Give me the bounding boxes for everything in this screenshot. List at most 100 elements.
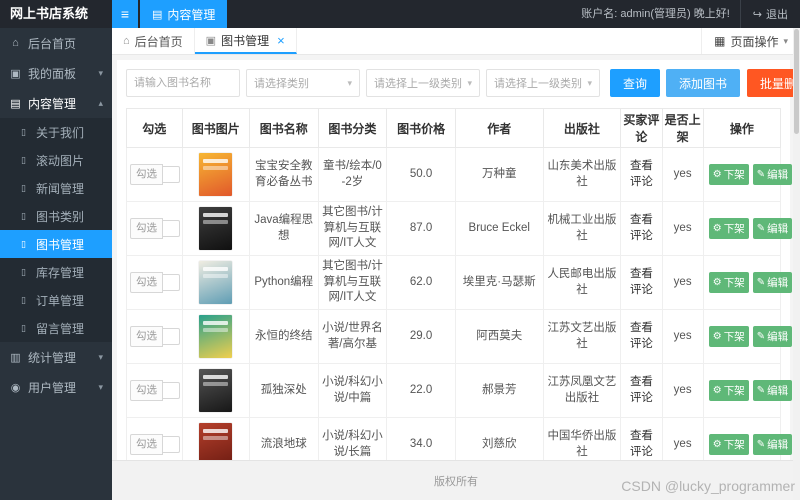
edit-button[interactable]: ✎ 编辑 bbox=[752, 164, 793, 185]
off-shelf-button[interactable]: ⚙ 下架 bbox=[708, 434, 749, 455]
checkbox-label: 勾选 bbox=[130, 434, 163, 455]
sidebar-item-statistics[interactable]: ▥ 统计管理 ▾ bbox=[0, 342, 112, 372]
sidebar-item-my-panel[interactable]: ▣ 我的面板 ▾ bbox=[0, 58, 112, 88]
row-checkbox[interactable]: 勾选 bbox=[130, 326, 180, 347]
row-checkbox[interactable]: 勾选 bbox=[130, 434, 180, 455]
add-book-button[interactable]: 添加图书 bbox=[666, 69, 741, 97]
edit-button[interactable]: ✎ 编辑 bbox=[752, 272, 793, 293]
review-cell: 查看评论 bbox=[620, 201, 663, 256]
tab-label: 后台首页 bbox=[134, 34, 183, 49]
header-on-shelf: 是否上架 bbox=[661, 108, 704, 148]
sidebar-item-messages[interactable]: ▯ 留言管理 bbox=[0, 314, 112, 342]
off-shelf-button[interactable]: ⚙ 下架 bbox=[708, 164, 749, 185]
view-reviews-link[interactable]: 查看评论 bbox=[630, 430, 653, 458]
off-shelf-button[interactable]: ⚙ 下架 bbox=[708, 218, 749, 239]
book-category: 童书/绘本/0-2岁 bbox=[317, 147, 388, 202]
search-button[interactable]: 查询 bbox=[610, 69, 661, 97]
parent-category-select-1[interactable]: 请选择上一级类别 ▾ bbox=[366, 69, 480, 97]
row-checkbox[interactable]: 勾选 bbox=[130, 272, 180, 293]
book-author: 郝景芳 bbox=[454, 363, 544, 418]
off-shelf-button[interactable]: ⚙ 下架 bbox=[708, 380, 749, 401]
book-name: 孤独深处 bbox=[248, 363, 319, 418]
view-reviews-link[interactable]: 查看评论 bbox=[630, 160, 653, 188]
off-shelf-label: 下架 bbox=[723, 439, 745, 451]
row-checkbox[interactable]: 勾选 bbox=[130, 164, 180, 185]
on-shelf-status: yes bbox=[661, 147, 704, 202]
off-shelf-button[interactable]: ⚙ 下架 bbox=[708, 272, 749, 293]
book-author: 万种童 bbox=[454, 147, 544, 202]
actions-cell: ⚙ 下架 ✎ 编辑 bbox=[702, 363, 793, 418]
view-reviews-link[interactable]: 查看评论 bbox=[630, 268, 653, 296]
book-name: 宝宝安全教育必备丛书 bbox=[248, 147, 319, 202]
chevron-down-icon: ▾ bbox=[98, 351, 103, 362]
check-cell: 勾选 bbox=[126, 255, 183, 310]
sidebar-item-book-category[interactable]: ▯ 图书类别 bbox=[0, 202, 112, 230]
view-reviews-link[interactable]: 查看评论 bbox=[630, 376, 653, 404]
check-cell: 勾选 bbox=[126, 147, 183, 202]
parent-category-select-2[interactable]: 请选择上一级类别 ▾ bbox=[486, 69, 600, 97]
document-icon: ▯ bbox=[21, 322, 26, 333]
off-shelf-label: 下架 bbox=[723, 223, 745, 235]
book-author: 阿西莫夫 bbox=[454, 309, 544, 364]
row-checkbox[interactable]: 勾选 bbox=[130, 218, 180, 239]
checkbox-label: 勾选 bbox=[130, 272, 163, 293]
view-reviews-link[interactable]: 查看评论 bbox=[630, 322, 653, 350]
edit-label: 编辑 bbox=[767, 385, 789, 397]
edit-button[interactable]: ✎ 编辑 bbox=[752, 380, 793, 401]
logout-label: 退出 bbox=[766, 9, 788, 21]
vertical-scrollbar[interactable] bbox=[793, 28, 800, 500]
edit-button[interactable]: ✎ 编辑 bbox=[752, 434, 793, 455]
book-publisher: 江苏凤凰文艺出版社 bbox=[542, 363, 622, 418]
on-shelf-status: yes bbox=[661, 255, 704, 310]
sidebar-item-content-management[interactable]: ▤ 内容管理 ▴ bbox=[0, 88, 112, 118]
chevron-down-icon: ▾ bbox=[98, 381, 103, 392]
edit-icon: ✎ bbox=[756, 439, 766, 450]
off-shelf-button[interactable]: ⚙ 下架 bbox=[708, 326, 749, 347]
copyright-text: 版权所有 bbox=[434, 475, 478, 488]
edit-label: 编辑 bbox=[767, 439, 789, 451]
chevron-down-icon: ▾ bbox=[783, 35, 788, 46]
check-cell: 勾选 bbox=[126, 363, 183, 418]
sidebar-item-book-management[interactable]: ▯ 图书管理 bbox=[0, 230, 112, 258]
review-cell: 查看评论 bbox=[620, 255, 663, 310]
hamburger-menu-icon[interactable]: ≡ bbox=[112, 0, 138, 28]
book-publisher: 机械工业出版社 bbox=[542, 201, 622, 256]
sidebar-item-about-us[interactable]: ▯ 关于我们 bbox=[0, 118, 112, 146]
tab-book-management[interactable]: ▣ 图书管理 × bbox=[194, 28, 297, 54]
sidebar-item-news[interactable]: ▯ 新闻管理 bbox=[0, 174, 112, 202]
topnav-content-management[interactable]: ▤ 内容管理 bbox=[140, 0, 228, 28]
off-shelf-label: 下架 bbox=[723, 385, 745, 397]
book-author: 埃里克·马瑟斯 bbox=[454, 255, 544, 310]
book-name: Python编程 bbox=[248, 255, 319, 310]
tab-close-icon[interactable]: × bbox=[277, 33, 285, 48]
category-select[interactable]: 请选择类别 ▾ bbox=[246, 69, 360, 97]
document-icon: ▯ bbox=[21, 210, 26, 221]
view-reviews-link[interactable]: 查看评论 bbox=[630, 214, 653, 242]
checkbox-label: 勾选 bbox=[130, 326, 163, 347]
book-publisher: 江苏文艺出版社 bbox=[542, 309, 622, 364]
sidebar-item-users[interactable]: ◉ 用户管理 ▾ bbox=[0, 372, 112, 402]
topnav-label: 内容管理 bbox=[167, 7, 216, 22]
chevron-down-icon: ▾ bbox=[587, 77, 592, 88]
gear-icon: ⚙ bbox=[712, 331, 722, 342]
edit-button[interactable]: ✎ 编辑 bbox=[752, 326, 793, 347]
scrollbar-thumb[interactable] bbox=[794, 29, 799, 134]
cover-cell bbox=[181, 255, 250, 310]
sidebar-item-inventory[interactable]: ▯ 库存管理 bbox=[0, 258, 112, 286]
page-operations-dropdown[interactable]: ▦ 页面操作 ▾ bbox=[701, 28, 800, 54]
book-name-input[interactable] bbox=[126, 69, 240, 97]
logout-button[interactable]: ↪ 退出 bbox=[741, 6, 800, 22]
tab-home[interactable]: ⌂ 后台首页 bbox=[112, 28, 195, 54]
sidebar-item-home[interactable]: ⌂ 后台首页 bbox=[0, 28, 112, 58]
sidebar-item-orders[interactable]: ▯ 订单管理 bbox=[0, 286, 112, 314]
row-checkbox[interactable]: 勾选 bbox=[130, 380, 180, 401]
book-category: 其它图书/计算机与互联网/IT人文 bbox=[317, 201, 388, 256]
table-row: 勾选 Java编程思想 其它图书/计算机与互联网/IT人文 87.0 Bruce Eck… bbox=[126, 201, 793, 256]
edit-button[interactable]: ✎ 编辑 bbox=[752, 218, 793, 239]
checkbox-box bbox=[163, 327, 180, 345]
table-row: 勾选 永恒的终结 小说/世界名著/高尔基 29.0 阿西莫夫 江苏文艺出版社 查看评论 yes… bbox=[126, 309, 793, 364]
sidebar-item-carousel[interactable]: ▯ 滚动图片 bbox=[0, 146, 112, 174]
sidebar-item-label: 图书类别 bbox=[36, 209, 85, 224]
book-cover-image bbox=[199, 315, 233, 358]
edit-label: 编辑 bbox=[767, 169, 789, 181]
